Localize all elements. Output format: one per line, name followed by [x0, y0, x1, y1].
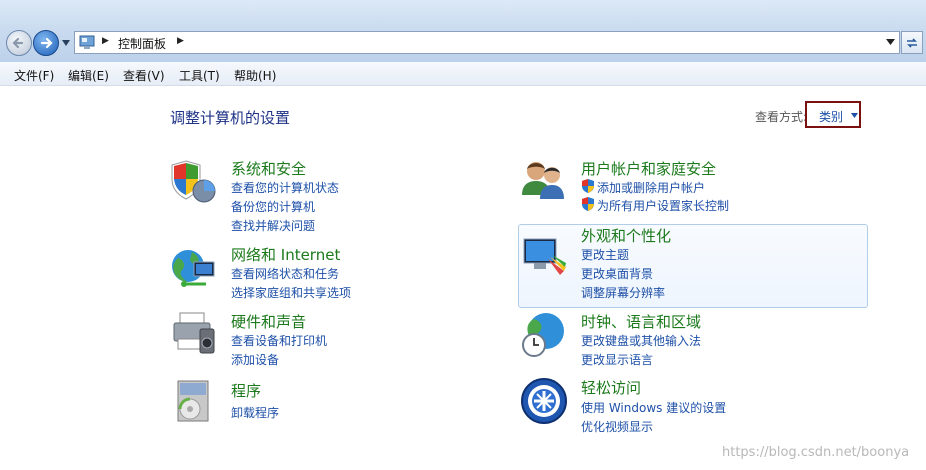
forward-button[interactable] [33, 30, 59, 56]
link-devices-printers[interactable]: 查看设备和打印机 [231, 332, 327, 349]
category-user-accounts-title[interactable]: 用户帐户和家庭安全 [581, 158, 716, 179]
category-hardware-sound-title[interactable]: 硬件和声音 [231, 311, 306, 332]
view-by-label: 查看方式: [755, 110, 808, 124]
category-clock-language-title[interactable]: 时钟、语言和区域 [581, 311, 701, 332]
menu-file[interactable]: 文件(F) [14, 67, 54, 84]
address-toolbar: ▶ 控制面板 ▶ [0, 0, 926, 62]
watermark: https://blog.csdn.net/boonya [722, 445, 910, 460]
ease-of-access-icon[interactable] [520, 377, 568, 425]
shield-icon[interactable] [170, 157, 218, 205]
link-troubleshoot[interactable]: 查找并解决问题 [231, 217, 315, 234]
link-change-display-language[interactable]: 更改显示语言 [581, 351, 653, 368]
appearance-monitor-icon[interactable] [520, 233, 568, 281]
category-appearance-title[interactable]: 外观和个性化 [581, 225, 671, 246]
breadcrumb-separator[interactable]: ▶ [177, 36, 184, 46]
category-ease-of-access-title[interactable]: 轻松访问 [581, 377, 641, 398]
address-history-dropdown-icon[interactable] [886, 39, 895, 45]
back-button[interactable] [6, 30, 32, 56]
link-change-desktop-background[interactable]: 更改桌面背景 [581, 265, 653, 282]
link-adjust-resolution[interactable]: 调整屏幕分辨率 [581, 284, 665, 301]
breadcrumb-control-panel[interactable]: 控制面板 [118, 35, 166, 52]
category-programs-title[interactable]: 程序 [231, 380, 261, 401]
link-uninstall-program[interactable]: 卸载程序 [231, 404, 279, 421]
link-change-keyboard-input[interactable]: 更改键盘或其他输入法 [581, 332, 701, 349]
link-parental-controls[interactable]: 为所有用户设置家长控制 [597, 197, 729, 214]
menu-bar: 文件(F) 编辑(E) 查看(V) 工具(T) 帮助(H) [0, 62, 926, 86]
page-title: 调整计算机的设置 [170, 109, 291, 127]
menu-view[interactable]: 查看(V) [123, 67, 165, 84]
back-arrow-icon [12, 37, 24, 49]
uac-shield-icon [582, 179, 594, 193]
uac-shield-icon [582, 197, 594, 211]
users-icon[interactable] [520, 155, 568, 203]
clock-globe-icon[interactable] [520, 311, 568, 359]
link-homegroup-sharing[interactable]: 选择家庭组和共享选项 [231, 284, 351, 301]
printer-icon[interactable] [170, 309, 218, 357]
link-optimize-video-display[interactable]: 优化视频显示 [581, 418, 653, 435]
view-by-select[interactable]: 类别 [805, 101, 861, 128]
menu-help[interactable]: 帮助(H) [234, 67, 276, 84]
link-windows-recommended-settings[interactable]: 使用 Windows 建议的设置 [581, 399, 726, 416]
category-system-security-title[interactable]: 系统和安全 [231, 158, 306, 179]
refresh-button[interactable] [901, 31, 923, 54]
control-panel-icon [79, 35, 95, 49]
chevron-down-icon [851, 113, 858, 118]
menu-tools[interactable]: 工具(T) [179, 67, 220, 84]
programs-icon[interactable] [170, 377, 218, 425]
breadcrumb-separator[interactable]: ▶ [102, 36, 109, 46]
link-add-remove-accounts[interactable]: 添加或删除用户帐户 [597, 179, 705, 196]
link-change-theme[interactable]: 更改主题 [581, 246, 629, 263]
control-panel-content: 调整计算机的设置 查看方式: 类别 系统和安全 查看您的计算机状态 备份您的计算… [0, 87, 926, 470]
link-add-device[interactable]: 添加设备 [231, 351, 279, 368]
forward-arrow-icon [40, 37, 53, 49]
recent-pages-dropdown-icon[interactable] [61, 39, 71, 47]
network-globe-icon[interactable] [170, 244, 218, 292]
category-network-internet-title[interactable]: 网络和 Internet [231, 244, 340, 265]
refresh-icon [907, 38, 917, 48]
view-by-value[interactable]: 类别 [819, 108, 843, 125]
link-backup-computer[interactable]: 备份您的计算机 [231, 198, 315, 215]
link-view-computer-status[interactable]: 查看您的计算机状态 [231, 179, 339, 196]
address-field[interactable]: ▶ 控制面板 ▶ [74, 31, 900, 54]
link-view-network-status[interactable]: 查看网络状态和任务 [231, 265, 339, 282]
menu-edit[interactable]: 编辑(E) [68, 67, 109, 84]
hover-highlight [518, 224, 868, 308]
